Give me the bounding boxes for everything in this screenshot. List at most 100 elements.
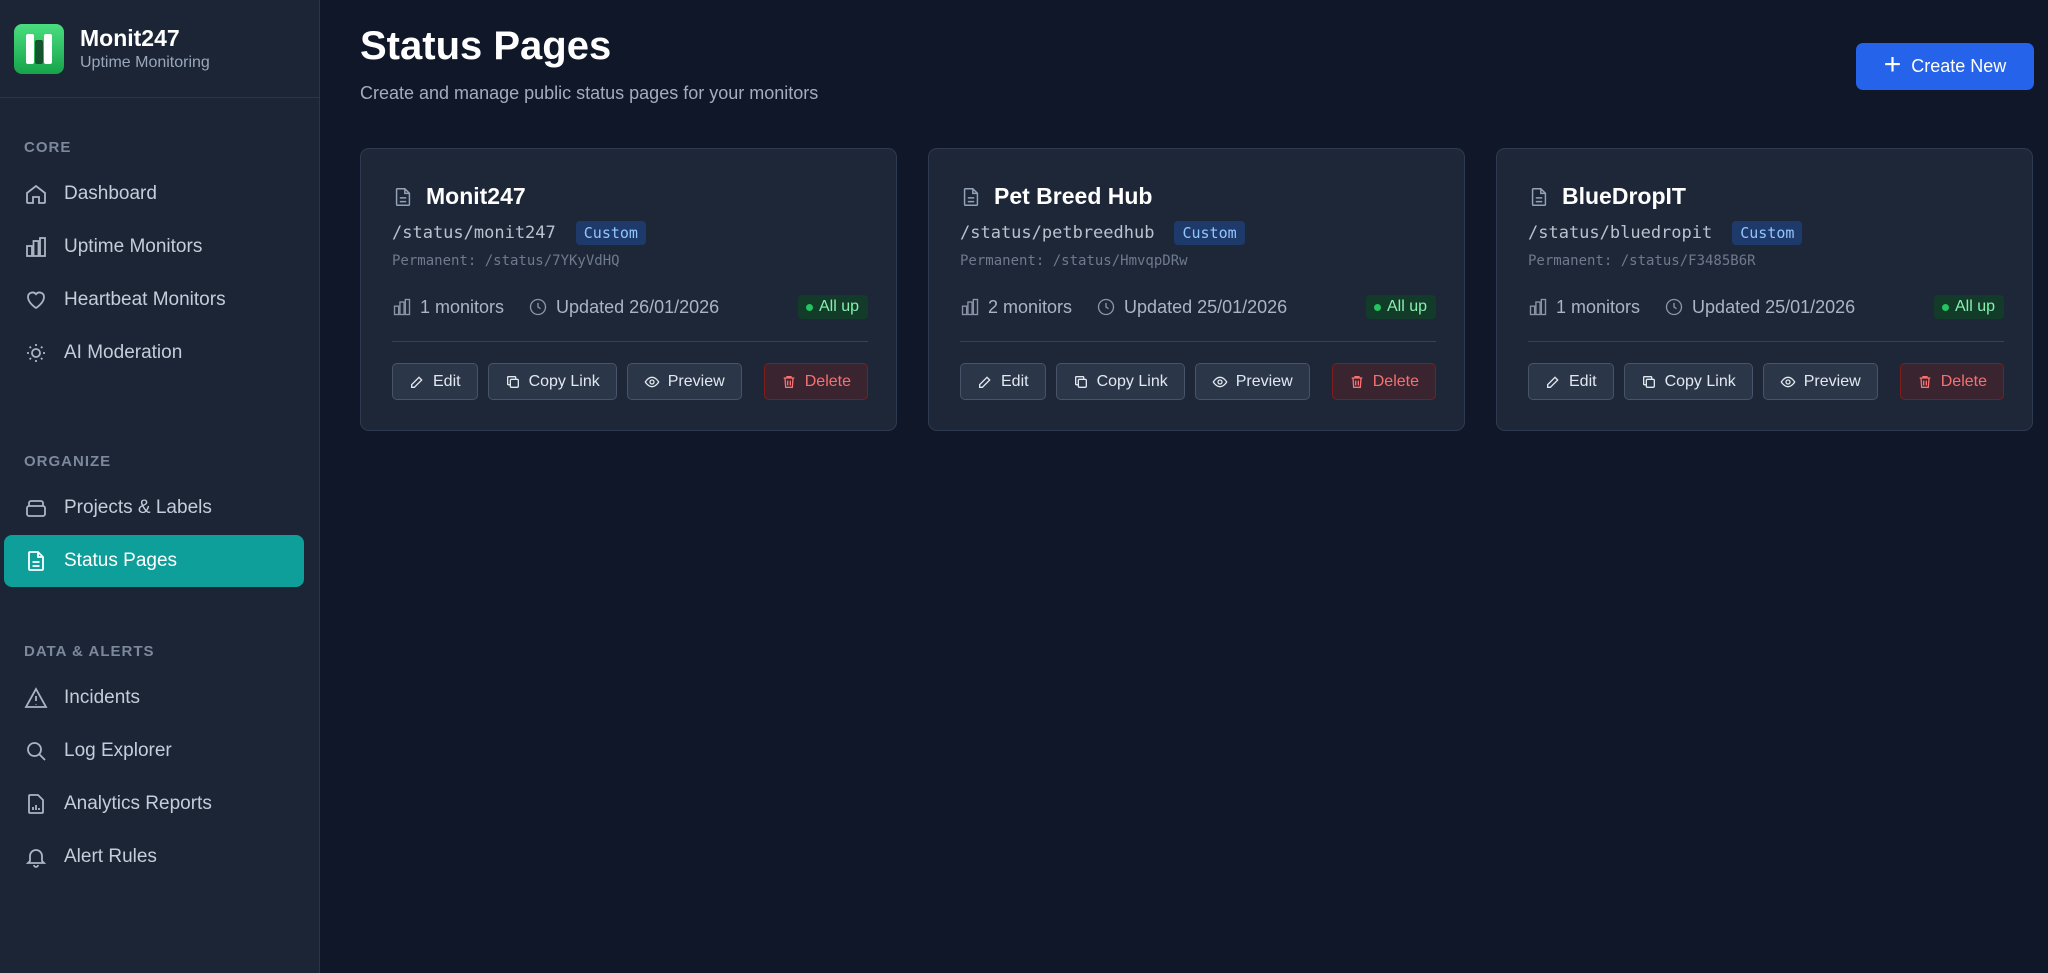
sidebar-item-label: Alert Rules	[64, 846, 157, 867]
brand[interactable]: Monit247 Uptime Monitoring	[0, 0, 319, 98]
sidebar-item-incidents[interactable]: Incidents	[4, 672, 304, 724]
status-slug: /status/petbreedhub	[960, 223, 1155, 243]
monitor-count: 1 monitors	[420, 296, 505, 317]
brand-tagline: Uptime Monitoring	[80, 53, 210, 71]
document-icon	[1528, 186, 1550, 208]
document-icon	[960, 186, 982, 208]
edit-button[interactable]: Edit	[1528, 363, 1614, 400]
copy-link-label: Copy Link	[1664, 372, 1736, 390]
bar-chart-icon	[392, 297, 412, 317]
document-icon	[392, 186, 414, 208]
sidebar-item-label: Log Explorer	[64, 740, 172, 761]
clock-icon	[1096, 297, 1116, 317]
status-page-card: Monit247 /status/monit247 Custom Permane…	[360, 148, 897, 431]
eye-icon	[1212, 374, 1228, 390]
delete-button[interactable]: Delete	[763, 363, 868, 400]
status-badge: All up	[1933, 295, 2004, 319]
preview-button[interactable]: Preview	[626, 363, 742, 400]
sidebar-item-label: Status Pages	[64, 550, 178, 571]
edit-button[interactable]: Edit	[392, 363, 478, 400]
custom-badge: Custom	[1174, 221, 1245, 245]
custom-badge: Custom	[1732, 221, 1803, 245]
copy-link-button[interactable]: Copy Link	[487, 363, 617, 400]
permanent-link: Permanent: /status/7YKyVdHQ	[392, 253, 620, 269]
nav-section-organize: ORGANIZE Projects & Labels Status Pages	[0, 380, 319, 587]
edit-icon	[977, 374, 993, 390]
copy-link-button[interactable]: Copy Link	[1055, 363, 1185, 400]
edit-icon	[1545, 374, 1561, 390]
sidebar-item-alert-rules[interactable]: Alert Rules	[4, 831, 304, 883]
nav-heading: DATA & ALERTS	[24, 643, 155, 660]
delete-label: Delete	[804, 372, 851, 390]
divider	[1528, 341, 2004, 342]
nav-heading: ORGANIZE	[24, 453, 112, 470]
home-icon	[24, 182, 48, 206]
nav-section-core: CORE Dashboard Uptime Monitors Heartbeat…	[0, 98, 319, 379]
divider	[960, 341, 1436, 342]
sidebar-item-label: Analytics Reports	[64, 793, 212, 814]
copy-icon	[1073, 374, 1089, 390]
permanent-link: Permanent: /status/HmvqpDRw	[960, 253, 1188, 269]
sidebar-item-analytics-reports[interactable]: Analytics Reports	[4, 778, 304, 830]
status-dot-icon	[1373, 303, 1381, 311]
page-subtitle: Create and manage public status pages fo…	[360, 83, 819, 103]
sidebar-item-dashboard[interactable]: Dashboard	[4, 168, 304, 220]
sidebar-item-label: AI Moderation	[64, 342, 183, 363]
search-icon	[24, 739, 48, 763]
status-page-card: Pet Breed Hub /status/petbreedhub Custom…	[928, 148, 1465, 431]
preview-label: Preview	[667, 372, 725, 390]
preview-button[interactable]: Preview	[1762, 363, 1878, 400]
clock-icon	[1664, 297, 1684, 317]
delete-label: Delete	[1940, 372, 1987, 390]
page-title: Status Pages	[360, 24, 612, 68]
bar-chart-icon	[1528, 297, 1548, 317]
sidebar-item-heartbeat-monitors[interactable]: Heartbeat Monitors	[4, 274, 304, 326]
edit-label: Edit	[1001, 372, 1029, 390]
trash-icon	[1349, 374, 1365, 390]
sidebar-item-status-pages[interactable]: Status Pages	[4, 535, 304, 587]
sidebar-item-label: Projects & Labels	[64, 497, 212, 518]
sidebar-item-label: Dashboard	[64, 183, 157, 204]
heart-icon	[24, 288, 48, 312]
sidebar-item-projects-labels[interactable]: Projects & Labels	[4, 482, 304, 534]
copy-icon	[505, 374, 521, 390]
preview-button[interactable]: Preview	[1194, 363, 1310, 400]
card-title: Monit247	[426, 183, 526, 209]
monitor-count: 1 monitors	[1556, 296, 1641, 317]
sidebar-item-log-explorer[interactable]: Log Explorer	[4, 725, 304, 777]
brand-name: Monit247	[80, 24, 180, 51]
sidebar-item-uptime-monitors[interactable]: Uptime Monitors	[4, 221, 304, 273]
lightbulb-icon	[24, 341, 48, 365]
trash-icon	[1917, 374, 1933, 390]
status-page-cards: Monit247 /status/monit247 Custom Permane…	[360, 148, 2033, 431]
status-label: All up	[1954, 298, 1995, 315]
status-dot-icon	[805, 303, 813, 311]
edit-icon	[409, 374, 425, 390]
edit-button[interactable]: Edit	[960, 363, 1046, 400]
logo-icon	[14, 23, 64, 74]
nav-section-data-alerts: DATA & ALERTS Incidents Log Explorer Ana…	[0, 588, 319, 883]
updated-date: Updated 26/01/2026	[556, 296, 720, 317]
status-slug: /status/bluedropit	[1528, 223, 1713, 243]
eye-icon	[1780, 374, 1796, 390]
status-badge: All up	[797, 295, 868, 319]
card-title: Pet Breed Hub	[994, 183, 1153, 209]
create-new-button[interactable]: + Create New	[1856, 43, 2034, 90]
warning-icon	[24, 686, 48, 710]
copy-link-label: Copy Link	[1096, 372, 1168, 390]
delete-button[interactable]: Delete	[1899, 363, 2004, 400]
sidebar-item-ai-moderation[interactable]: AI Moderation	[4, 327, 304, 379]
nav-heading: CORE	[24, 139, 72, 156]
monitor-count: 2 monitors	[988, 296, 1073, 317]
document-icon	[24, 549, 48, 573]
status-page-card: BlueDropIT /status/bluedropit Custom Per…	[1496, 148, 2033, 431]
main-content: Status Pages Create and manage public st…	[320, 0, 2048, 973]
bar-chart-icon	[24, 235, 48, 259]
bell-icon	[24, 845, 48, 869]
preview-label: Preview	[1235, 372, 1293, 390]
clock-icon	[528, 297, 548, 317]
trash-icon	[781, 374, 797, 390]
status-dot-icon	[1941, 303, 1949, 311]
copy-link-button[interactable]: Copy Link	[1623, 363, 1753, 400]
delete-button[interactable]: Delete	[1331, 363, 1436, 400]
